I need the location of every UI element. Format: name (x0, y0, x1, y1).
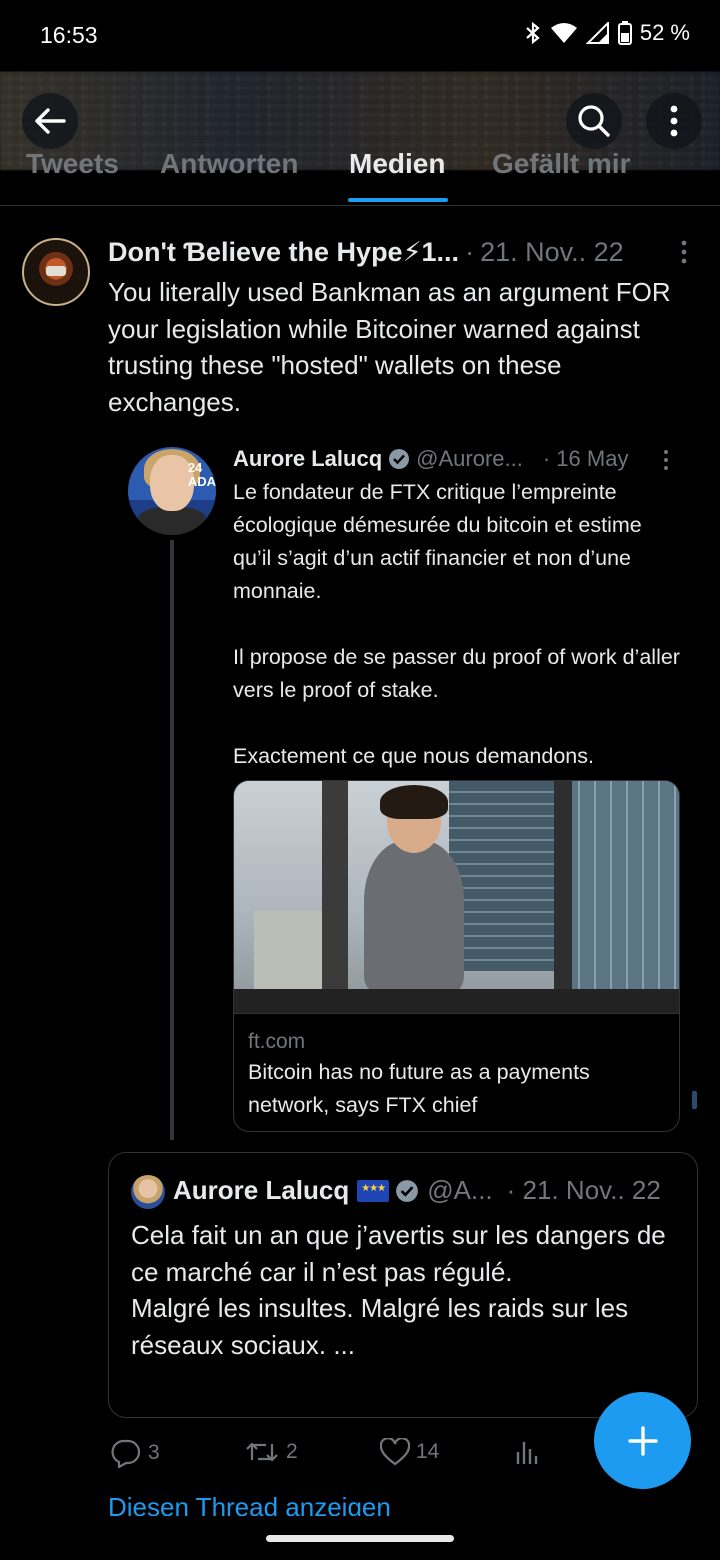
quoted-author-name: Aurore Lalucq (173, 1175, 350, 1205)
heart-icon (380, 1438, 410, 1466)
retweet-icon (246, 1442, 278, 1462)
parent-tweet-date: · 16 May (542, 446, 629, 471)
quoted-tweet-text: Cela fait un an que j’avertis sur les da… (131, 1220, 666, 1360)
parent-author-avatar[interactable]: 24 ADA (128, 447, 216, 535)
arrow-left-icon (35, 108, 66, 134)
link-card-domain: ft.com (248, 1030, 306, 1053)
verified-badge-icon (396, 1179, 419, 1202)
more-button[interactable] (646, 93, 702, 149)
quoted-tweet-date: · 21. Nov.. 22 (506, 1175, 661, 1205)
status-bar: 16:53 52 % (0, 0, 720, 72)
signal-icon (585, 22, 609, 44)
more-vertical-icon (670, 105, 678, 137)
tweet-more-icon[interactable] (677, 240, 691, 264)
parent-tweet-text: Le fondateur de FTX critique l’empreinte… (233, 480, 680, 768)
status-time: 16:53 (40, 22, 98, 48)
thread-line (170, 540, 174, 1140)
wifi-icon (550, 23, 577, 43)
tweet-actions: 3 2 14 (108, 1434, 588, 1474)
link-card-title: Bitcoin has no future as a payments netw… (248, 1060, 590, 1117)
parent-author-name[interactable]: Aurore Lalucq (233, 446, 382, 472)
eu-flag-icon (357, 1179, 390, 1202)
like-button[interactable]: 14 (380, 1438, 439, 1466)
parent-tweet-date-value[interactable]: 16 May (556, 446, 628, 471)
tweet-author-name[interactable]: Don't Ɓelieve the Hype⚡1... (108, 237, 459, 268)
retweet-button[interactable]: 2 (244, 1438, 298, 1466)
show-thread-link[interactable]: Diesen Thread anzeigen (108, 1494, 391, 1516)
link-card[interactable]: ft.com Bitcoin has no future as a paymen… (233, 780, 680, 1132)
search-button[interactable] (566, 93, 622, 149)
verified-badge-icon (389, 449, 410, 469)
search-icon (578, 105, 610, 137)
quoted-tweet-header: Aurore Lalucq @A... · 21. Nov.. 22 (173, 1175, 661, 1206)
bluetooth-icon (526, 21, 540, 45)
avatar-badge-text: 24 ADA (187, 460, 216, 489)
show-thread-label: Diesen Thread anzeigen (108, 1494, 391, 1516)
separator-dot: · (465, 237, 475, 267)
compose-tweet-button[interactable] (594, 1392, 691, 1489)
back-button[interactable] (22, 93, 78, 149)
profile-tabs: Tweets Antworten Medien Gefällt mir (0, 140, 720, 206)
tab-media[interactable]: Medien (349, 148, 445, 180)
reply-icon (111, 1439, 141, 1468)
tab-tweets[interactable]: Tweets (26, 148, 119, 180)
battery-percent: 52 % (639, 20, 690, 45)
plus-icon (627, 1425, 658, 1456)
retweet-count: 2 (286, 1440, 298, 1463)
quoted-author-avatar (131, 1175, 165, 1209)
reply-button[interactable]: 3 (110, 1438, 160, 1468)
tweet-date[interactable]: 21. Nov.. 22 (480, 237, 624, 268)
tweet-text: You literally used Bankman as an argumen… (108, 277, 671, 417)
tab-likes[interactable]: Gefällt mir (492, 148, 630, 180)
analytics-icon (516, 1442, 538, 1464)
parent-tweet-more-icon[interactable] (661, 449, 671, 471)
quoted-tweet[interactable]: Aurore Lalucq @A... · 21. Nov.. 22 Cela … (108, 1152, 698, 1418)
battery-icon (617, 21, 632, 45)
link-card-meta: ft.com Bitcoin has no future as a paymen… (234, 1013, 679, 1131)
tweet-header: Don't Ɓelieve the Hype⚡1... · 21. Nov.. … (108, 237, 624, 268)
status-icons: 52 % (524, 20, 690, 46)
home-indicator[interactable] (266, 1535, 454, 1542)
tweet-author-avatar[interactable] (22, 238, 90, 306)
scroll-indicator (692, 1091, 697, 1109)
active-tab-indicator (348, 198, 448, 202)
parent-tweet-header: Aurore Lalucq @Aurore... · 16 May (233, 446, 628, 472)
like-count: 14 (416, 1440, 440, 1463)
quoted-author-handle: @A... (427, 1175, 493, 1205)
reply-count: 3 (148, 1441, 160, 1464)
parent-author-handle[interactable]: @Aurore... (416, 446, 523, 472)
quoted-tweet-date-value: 21. Nov.. 22 (522, 1175, 661, 1205)
tab-replies[interactable]: Antworten (160, 148, 298, 180)
views-button[interactable] (514, 1438, 540, 1466)
link-card-image (234, 781, 679, 1013)
